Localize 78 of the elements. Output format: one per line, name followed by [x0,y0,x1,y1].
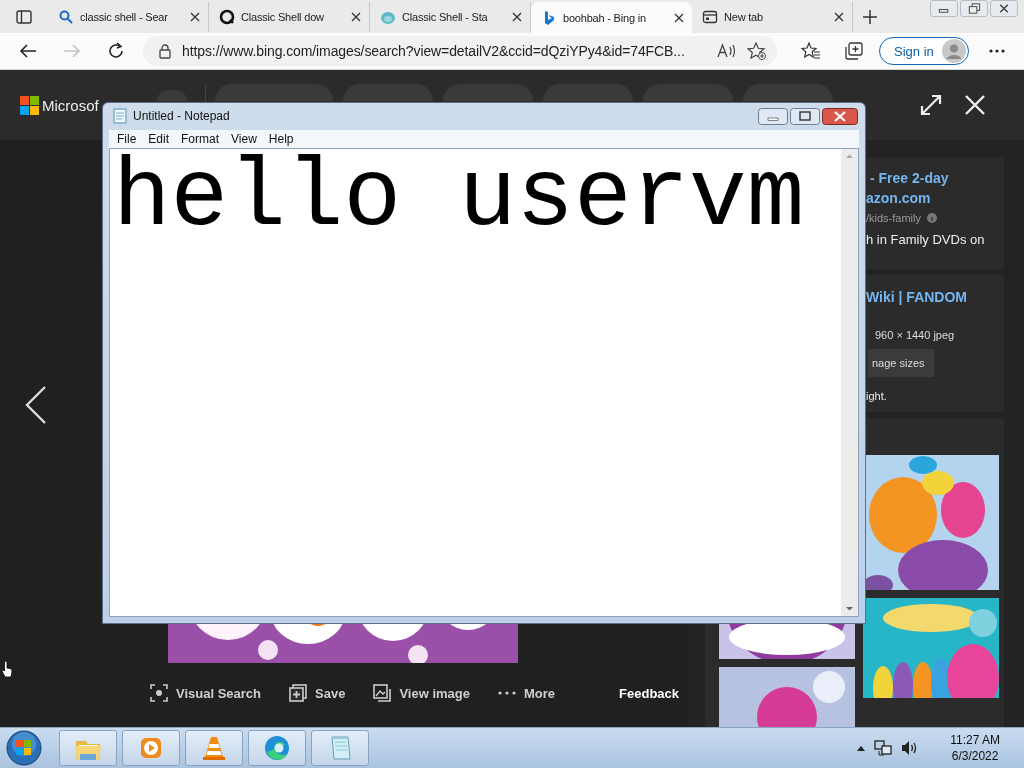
info-icon[interactable] [927,213,937,223]
sign-in-button[interactable]: Sign in [879,37,969,65]
browser-tab[interactable]: Classic Shell dow [209,2,370,32]
tab-title: Classic Shell dow [241,11,325,23]
back-arrow-icon[interactable] [19,43,37,59]
hand-cursor-icon [1,660,13,678]
show-hidden-icons-icon[interactable] [856,744,867,752]
tab-title: New tab [724,11,764,23]
maximize-icon[interactable] [790,107,820,125]
avatar-icon [941,39,966,63]
result-link[interactable]: Wiki | FANDOM [866,286,967,307]
more-options-icon[interactable] [988,49,1005,53]
toolbar-button[interactable]: More [498,685,556,701]
description-text: h in Family DVDs on [866,231,985,249]
close-icon[interactable] [822,107,858,125]
star-plus-icon[interactable] [747,42,767,60]
result-link[interactable]: - Free 2-day [866,168,949,188]
tab-title: boohbah - Bing in [563,11,647,24]
feedback-link[interactable]: Feedback [619,685,680,701]
toolbar-button[interactable]: Save [289,684,346,702]
result-link[interactable]: azon.com [866,188,931,208]
close-icon[interactable] [351,12,361,22]
address-field[interactable]: https://www.bing.com/images/search?view=detailV2&ccid=dQziYPy4&id=74FCB... [143,36,777,66]
restore-icon[interactable] [960,0,988,17]
url-text: https://www.bing.com/images/search?view=detailV2&ccid=dQziYPy4&id=74FCB... [182,43,686,59]
notepad-icon [113,108,127,125]
more-dots-icon [498,691,516,695]
volume-icon[interactable] [900,739,919,757]
typed-text: hello uservm [113,149,805,253]
close-icon[interactable] [990,0,1018,17]
lock-icon [158,43,172,59]
save-plus-icon [289,684,308,702]
tab-title: Classic Shell - Sta [402,11,489,23]
menu-item[interactable]: Help [262,131,300,146]
minimize-icon[interactable] [930,0,958,17]
image-size-text: 960 × 1440 jpeg [875,328,955,341]
close-icon[interactable] [190,12,200,22]
clock-date[interactable]: 6/3/2022 [951,748,999,764]
clock-time[interactable]: 11:27 AM [950,732,1000,748]
brand-name: Microsof [42,96,99,114]
network-icon[interactable] [874,739,893,757]
collections-icon[interactable] [845,42,863,60]
read-aloud-icon[interactable] [717,43,737,59]
taskbar-button[interactable] [248,730,306,766]
taskbar-button[interactable] [185,730,243,766]
favorites-icon[interactable] [801,42,821,60]
close-icon[interactable] [834,12,844,22]
taskbar-button[interactable] [122,730,180,766]
menu-item[interactable]: View [225,131,263,146]
menu-item[interactable]: File [111,131,143,146]
visual-search-icon [150,684,168,702]
image-icon [373,684,392,702]
new-tab-icon [702,9,718,25]
minimize-icon[interactable] [758,107,788,125]
tab-title: classic shell - Sear [80,11,169,23]
refresh-icon[interactable] [107,42,125,60]
description-text: ight. [866,388,887,404]
source-path: /kids-family [866,211,921,226]
browser-tab[interactable]: classic shell - Sear [48,2,209,32]
browser-tab[interactable]: New tab [692,2,853,32]
tab-actions-icon[interactable] [16,8,32,25]
browser-tab[interactable]: boohbah - Bing in [531,2,692,33]
search-icon [58,9,74,25]
start-orb-icon[interactable] [6,730,42,766]
close-icon[interactable] [674,12,684,23]
ring-icon [219,9,235,25]
close-icon[interactable] [512,12,522,22]
toolbar-button[interactable]: View image [373,684,470,702]
toolbar-button[interactable]: Visual Search [150,684,262,702]
four-squares-logo-icon [20,95,39,115]
menu-item[interactable]: Edit [142,131,176,146]
new-tab-plus-icon[interactable] [863,9,877,24]
menu-item[interactable]: Format [175,131,226,146]
vertical-scrollbar[interactable] [841,149,858,616]
expand-icon[interactable] [920,94,942,116]
window-title: Untitled - Notepad [133,109,230,124]
shell-icon [380,9,396,25]
image-sizes-button[interactable]: nage sizes [868,348,934,377]
